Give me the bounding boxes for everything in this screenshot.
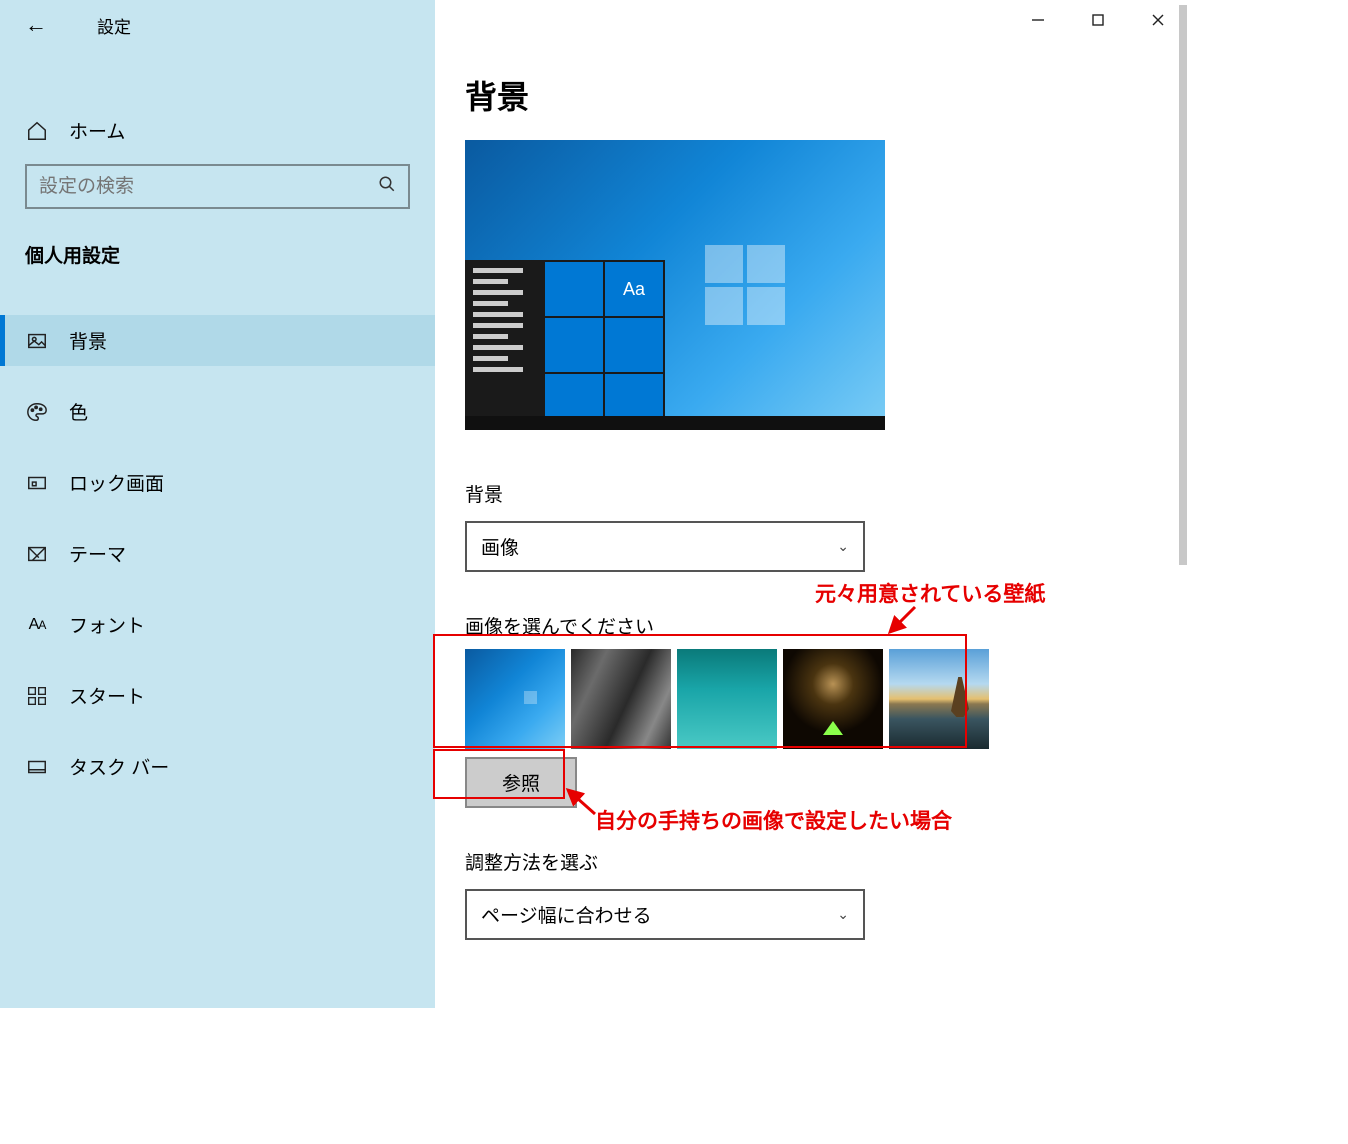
- sample-tile-text: Aa: [605, 262, 663, 316]
- annotation-preset: 元々用意されている壁紙: [815, 578, 1045, 608]
- sidebar: ← 設定 ホーム 個人用設定 背景: [0, 0, 435, 1008]
- section-label: 個人用設定: [0, 229, 435, 280]
- scrollbar[interactable]: [1179, 5, 1187, 565]
- background-type-value: 画像: [481, 533, 519, 560]
- close-button[interactable]: [1128, 0, 1188, 40]
- fit-value: ページ幅に合わせる: [481, 901, 652, 928]
- background-type-dropdown[interactable]: 画像 ⌄: [465, 521, 865, 572]
- choose-image-label: 画像を選んでください: [465, 612, 1188, 639]
- nav-start-label: スタート: [69, 682, 145, 709]
- window-title: 設定: [97, 13, 131, 38]
- back-button[interactable]: ←: [25, 12, 47, 38]
- nav-home[interactable]: ホーム: [0, 105, 435, 156]
- main-content: 背景 Aa: [435, 0, 1188, 1008]
- fit-dropdown[interactable]: ページ幅に合わせる ⌄: [465, 889, 865, 940]
- nav-taskbar[interactable]: タスク バー: [0, 741, 435, 792]
- nav-colors[interactable]: 色: [0, 386, 435, 437]
- wallpaper-thumb-5[interactable]: [889, 649, 989, 749]
- nav-home-label: ホーム: [69, 117, 125, 144]
- browse-button[interactable]: 参照: [465, 757, 577, 808]
- nav-themes[interactable]: テーマ: [0, 528, 435, 579]
- wallpaper-thumb-2[interactable]: [571, 649, 671, 749]
- chevron-down-icon: ⌄: [837, 906, 849, 923]
- palette-icon: [25, 400, 49, 424]
- nav-lockscreen[interactable]: ロック画面: [0, 457, 435, 508]
- window-controls: [1008, 0, 1188, 40]
- wallpaper-thumbnails: [465, 649, 1188, 749]
- picture-icon: [25, 329, 49, 353]
- minimize-button[interactable]: [1008, 0, 1068, 40]
- search-input[interactable]: [39, 176, 378, 198]
- home-icon: [25, 119, 49, 143]
- nav-themes-label: テーマ: [69, 540, 126, 567]
- fit-label: 調整方法を選ぶ: [465, 848, 1188, 875]
- windows-logo-icon: [705, 245, 785, 325]
- nav-start[interactable]: スタート: [0, 670, 435, 721]
- nav-fonts-label: フォント: [69, 611, 145, 638]
- theme-icon: [25, 542, 49, 566]
- annotation-own-image: 自分の手持ちの画像で設定したい場合: [595, 805, 952, 835]
- search-icon: [378, 175, 396, 198]
- nav-background-label: 背景: [69, 327, 107, 354]
- wallpaper-thumb-4[interactable]: [783, 649, 883, 749]
- start-icon: [25, 684, 49, 708]
- nav-background[interactable]: 背景: [0, 315, 435, 366]
- nav-colors-label: 色: [69, 398, 88, 425]
- nav-lockscreen-label: ロック画面: [69, 469, 164, 496]
- desktop-preview: Aa: [465, 140, 885, 430]
- lockscreen-icon: [25, 471, 49, 495]
- font-icon: AA: [25, 613, 49, 637]
- taskbar-icon: [25, 755, 49, 779]
- taskbar-preview: [465, 416, 885, 430]
- background-type-label: 背景: [465, 480, 1188, 507]
- nav-taskbar-label: タスク バー: [69, 753, 169, 780]
- wallpaper-thumb-3[interactable]: [677, 649, 777, 749]
- start-menu-preview: Aa: [465, 260, 665, 430]
- chevron-down-icon: ⌄: [837, 538, 849, 555]
- maximize-button[interactable]: [1068, 0, 1128, 40]
- nav-fonts[interactable]: AA フォント: [0, 599, 435, 650]
- search-input-container[interactable]: [25, 164, 410, 209]
- wallpaper-thumb-1[interactable]: [465, 649, 565, 749]
